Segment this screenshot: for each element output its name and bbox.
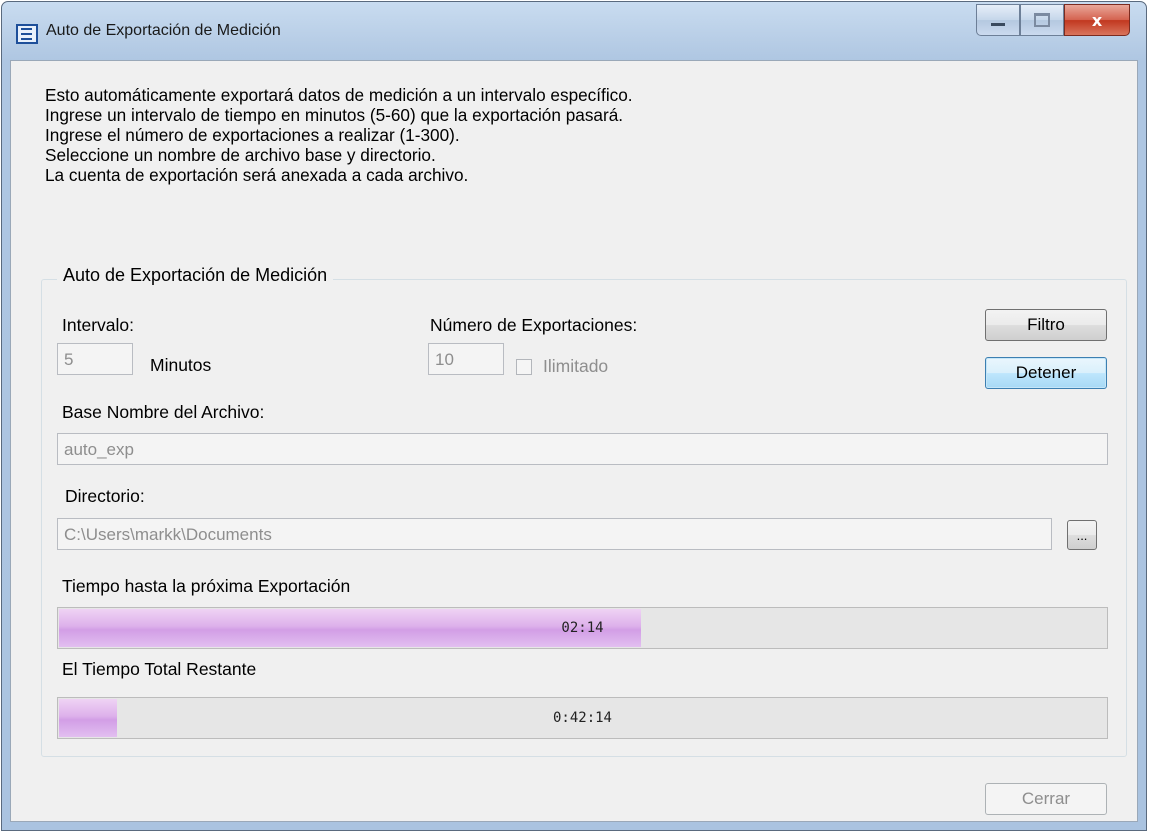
instructions: Esto automáticamente exportará datos de … — [45, 85, 633, 185]
minutes-label: Minutos — [150, 355, 212, 375]
maximize-button — [1020, 4, 1064, 36]
total-remaining-progress: 0:42:14 — [57, 697, 1108, 739]
interval-label: Intervalo: — [62, 315, 134, 335]
title-bar[interactable]: Auto de Exportación de Medición x — [2, 2, 1146, 62]
interval-input[interactable]: 5 — [57, 343, 133, 375]
app-icon — [16, 24, 38, 44]
browse-button[interactable]: ... — [1067, 520, 1097, 550]
exports-count-label: Número de Exportaciones: — [430, 315, 638, 335]
instruction-line: Ingrese el número de exportaciones a rea… — [45, 125, 460, 145]
directory-label: Directorio: — [65, 486, 145, 506]
filter-button[interactable]: Filtro — [985, 309, 1107, 341]
unlimited-checkbox[interactable] — [516, 359, 532, 375]
basename-label: Base Nombre del Archivo: — [62, 402, 265, 422]
unlimited-label: Ilimitado — [543, 356, 609, 376]
window-controls: x — [976, 4, 1130, 36]
next-export-label: Tiempo hasta la próxima Exportación — [62, 576, 351, 596]
directory-input[interactable]: C:\Users\markk\Documents — [57, 518, 1052, 550]
progress-text: 02:14 — [561, 620, 604, 636]
close-icon: x — [1091, 10, 1103, 30]
close-window-button[interactable]: x — [1064, 4, 1130, 36]
minimize-icon — [991, 22, 1005, 26]
total-remaining-label: El Tiempo Total Restante — [62, 659, 257, 679]
instruction-line: Seleccione un nombre de archivo base y d… — [45, 145, 436, 165]
dialog-window: Auto de Exportación de Medición x Esto a… — [1, 1, 1147, 831]
groupbox-title: Auto de Exportación de Medición — [57, 265, 334, 286]
maximize-icon — [1034, 13, 1050, 27]
exports-count-input[interactable]: 10 — [428, 343, 504, 375]
progress-text: 0:42:14 — [552, 710, 612, 726]
window-title: Auto de Exportación de Medición — [46, 22, 281, 39]
instruction-line: La cuenta de exportación será anexada a … — [45, 165, 469, 185]
dialog-body: Esto automáticamente exportará datos de … — [10, 60, 1138, 822]
instruction-line: Esto automáticamente exportará datos de … — [45, 85, 633, 105]
close-button[interactable]: Cerrar — [985, 783, 1107, 815]
minimize-button[interactable] — [976, 4, 1020, 36]
instruction-line: Ingrese un intervalo de tiempo en minuto… — [45, 105, 624, 125]
next-export-progress: 02:14 — [57, 607, 1108, 649]
basename-input[interactable]: auto_exp — [57, 433, 1108, 465]
stop-button[interactable]: Detener — [985, 357, 1107, 389]
